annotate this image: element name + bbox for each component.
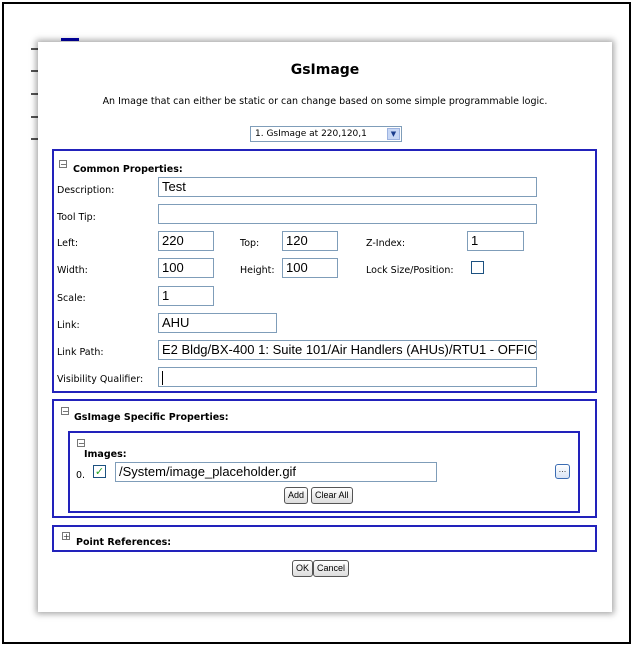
tooltip-input[interactable] [158, 204, 537, 224]
images-header: Images: [84, 449, 127, 460]
width-label: Width: [57, 265, 88, 276]
plus-box-icon[interactable]: + [62, 532, 70, 541]
minus-box-icon[interactable]: − [61, 407, 69, 416]
object-selector-dropdown[interactable]: 1. GsImage at 220,120,1 ▼ [250, 126, 402, 142]
link-path-label: Link Path: [57, 347, 104, 358]
point-references-section: + Point References: [52, 525, 597, 552]
lock-size-position-checkbox[interactable] [471, 261, 484, 274]
cancel-button[interactable]: Cancel [313, 560, 350, 577]
left-input[interactable]: 220 [158, 231, 214, 251]
link-input[interactable]: AHU [158, 313, 277, 333]
link-path-input[interactable]: E2 Bldg/BX-400 1: Suite 101/Air Handlers… [158, 340, 537, 360]
gsimage-dialog: GsImage An Image that can either be stat… [38, 42, 612, 612]
description-label: Description: [57, 185, 115, 196]
height-label: Height: [240, 265, 275, 276]
lock-size-position-label: Lock Size/Position: [366, 265, 454, 276]
background-link-fragment [61, 38, 79, 41]
dialog-title: GsImage [290, 62, 360, 78]
common-properties-section: − Common Properties: Description: Test T… [52, 149, 597, 393]
common-properties-header: Common Properties: [73, 164, 183, 175]
gsimage-specific-header: GsImage Specific Properties: [74, 412, 229, 423]
images-section: − Images: 0. ✓ /System/image_placeholder… [68, 431, 580, 513]
chevron-down-icon[interactable]: ▼ [387, 128, 400, 140]
scale-input[interactable]: 1 [158, 286, 214, 306]
top-label: Top: [240, 238, 260, 249]
top-input[interactable]: 120 [282, 231, 338, 251]
checkmark-icon: ✓ [94, 465, 105, 478]
width-input[interactable]: 100 [158, 258, 214, 278]
minus-box-icon[interactable]: − [59, 160, 67, 169]
visibility-qualifier-input[interactable] [158, 367, 537, 387]
scale-label: Scale: [57, 293, 86, 304]
ok-button[interactable]: OK [292, 560, 314, 577]
object-selector-value: 1. GsImage at 220,120,1 [255, 129, 367, 139]
point-references-header: Point References: [76, 537, 172, 548]
image-row-index: 0. [76, 470, 86, 481]
clear-all-button[interactable]: Clear All [311, 487, 353, 504]
visibility-qualifier-label: Visibility Qualifier: [57, 374, 144, 385]
zindex-input[interactable]: 1 [467, 231, 524, 251]
link-label: Link: [57, 320, 80, 331]
tooltip-label: Tool Tip: [57, 212, 96, 223]
height-input[interactable]: 100 [282, 258, 338, 278]
description-input[interactable]: Test [158, 177, 537, 197]
zindex-label: Z-Index: [366, 238, 406, 249]
image-enabled-checkbox[interactable]: ✓ [93, 465, 106, 478]
browse-image-button[interactable]: ... [555, 464, 570, 479]
add-image-button[interactable]: Add [284, 487, 309, 504]
left-label: Left: [57, 238, 79, 249]
image-path-input[interactable]: /System/image_placeholder.gif [115, 462, 437, 482]
text-cursor [162, 370, 163, 385]
dialog-subtitle: An Image that can either be static or ca… [102, 96, 548, 107]
minus-box-icon[interactable]: − [77, 439, 85, 448]
